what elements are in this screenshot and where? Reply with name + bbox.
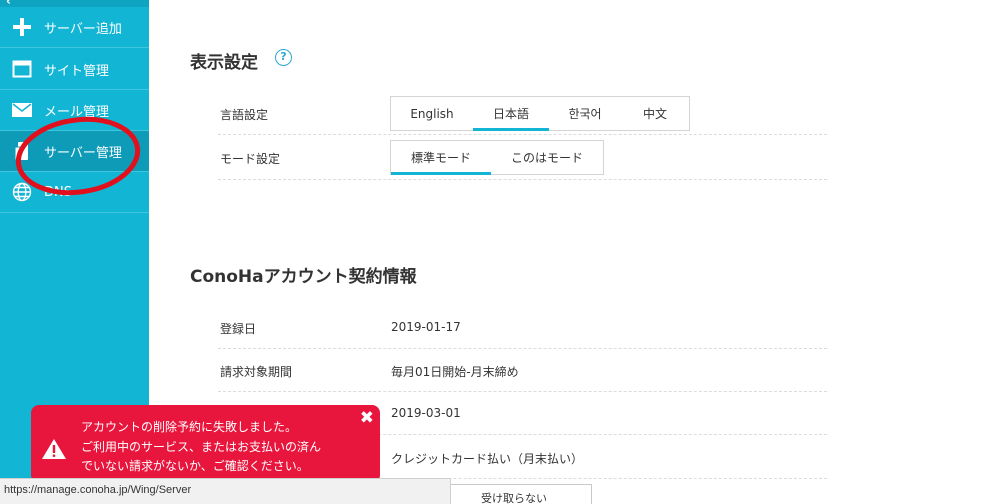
close-icon[interactable]: ✖: [360, 408, 374, 428]
sidebar-item-label: サーバー管理: [44, 145, 122, 161]
language-setting-label: 言語設定: [220, 108, 269, 122]
language-option-korean[interactable]: 한국어: [549, 97, 621, 130]
sidebar-item-label: サイト管理: [44, 63, 110, 79]
plus-icon: [0, 17, 44, 37]
display-settings-title: 表示設定: [190, 53, 258, 73]
sidebar-item-label: メール管理: [44, 104, 110, 120]
sidebar-collapse-strip[interactable]: ‹: [0, 0, 149, 8]
help-icon[interactable]: ?: [275, 49, 292, 66]
language-option-japanese[interactable]: 日本語: [473, 97, 549, 131]
contract-row-value: クレジットカード払い（月末払い）: [391, 452, 584, 466]
sidebar-item-site-management[interactable]: サイト管理: [0, 49, 149, 90]
contract-row-value: 毎月01日開始-月末締め: [391, 365, 519, 379]
sidebar-item-label: サーバー追加: [44, 21, 122, 37]
error-message-line: アカウントの削除予約に失敗しました。: [81, 420, 298, 434]
error-message: アカウントの削除予約に失敗しました。 ご利用中のサービス、またはお支払いの済ん …: [81, 418, 321, 477]
mail-icon: [0, 103, 44, 117]
error-message-line: ご利用中のサービス、またはお支払いの済ん: [81, 439, 322, 454]
server-icon: [0, 141, 44, 161]
contract-row: 登録日 2019-01-17: [218, 305, 827, 349]
mode-setting-label: モード設定: [220, 152, 281, 166]
contract-row-label: 請求対象期間: [220, 365, 293, 379]
language-setting-row: 言語設定 English 日本語 한국어 中文: [218, 93, 827, 135]
globe-icon: [0, 182, 44, 202]
contract-row-value: 2019-03-01: [391, 406, 461, 420]
language-selector: English 日本語 한국어 中文: [390, 96, 690, 131]
warning-icon: [42, 439, 66, 459]
language-option-chinese[interactable]: 中文: [621, 97, 689, 130]
contract-row-label: 登録日: [220, 322, 257, 336]
mode-option-standard[interactable]: 標準モード: [391, 141, 491, 175]
opt-out-button[interactable]: 受け取らない: [440, 484, 592, 504]
sidebar-item-server-management[interactable]: サーバー管理: [0, 131, 149, 172]
status-bar-url: https://manage.conoha.jp/Wing/Server: [0, 478, 451, 504]
mode-selector: 標準モード このはモード: [390, 140, 604, 175]
language-option-english[interactable]: English: [391, 97, 473, 130]
mode-setting-row: モード設定 標準モード このはモード: [218, 135, 827, 180]
sidebar-item-label: DNS: [44, 184, 72, 200]
sidebar-item-add-server[interactable]: サーバー追加: [0, 7, 149, 48]
contract-row: 請求対象期間 毎月01日開始-月末締め: [218, 349, 827, 392]
mode-option-conoha[interactable]: このはモード: [491, 141, 603, 174]
contract-row-value: 2019-01-17: [391, 320, 461, 334]
error-toast: アカウントの削除予約に失敗しました。 ご利用中のサービス、またはお支払いの済ん …: [31, 405, 380, 483]
sidebar-item-dns[interactable]: DNS: [0, 172, 149, 213]
sidebar-item-mail-management[interactable]: メール管理: [0, 90, 149, 131]
contract-info-title: ConoHaアカウント契約情報: [190, 267, 417, 287]
error-message-line: でいない請求がないか、ご確認ください。: [81, 459, 309, 473]
window-icon: [0, 60, 44, 78]
